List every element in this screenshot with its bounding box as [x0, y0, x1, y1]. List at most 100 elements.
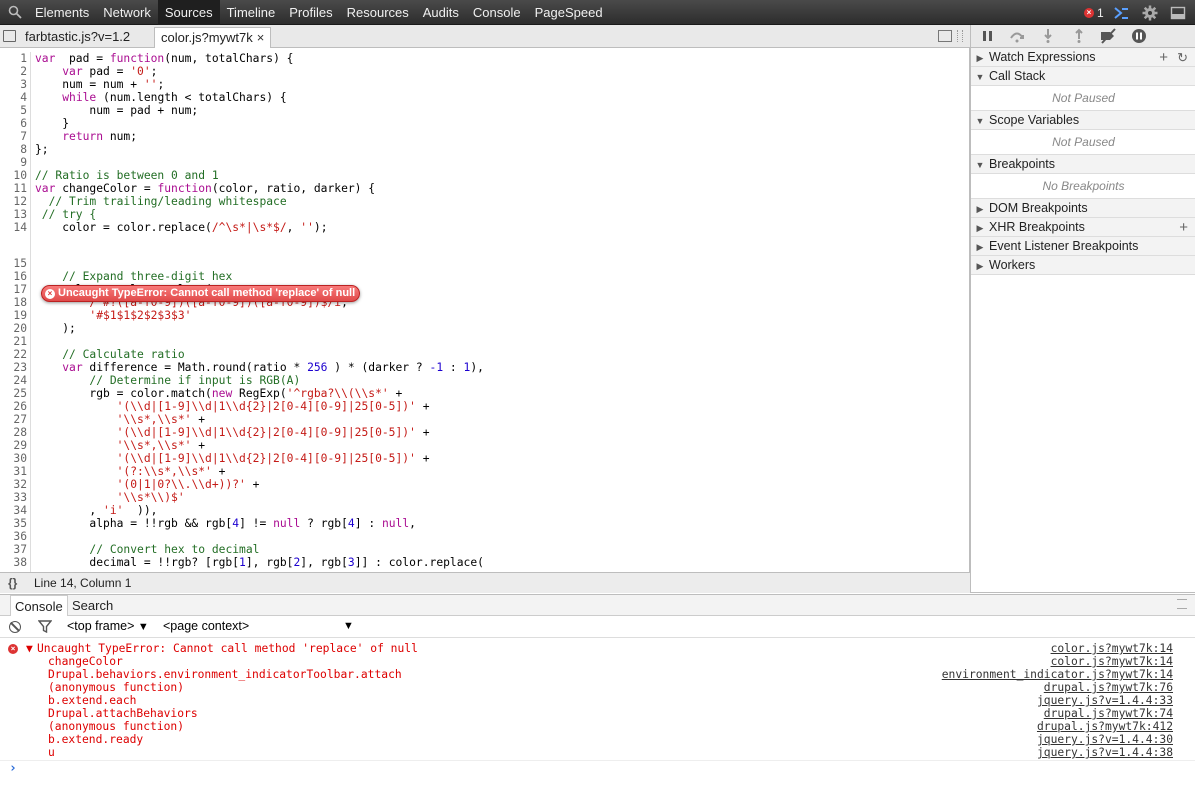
- code-line[interactable]: 32 '(0|1|0?\\.\\d+))?' +: [0, 478, 259, 491]
- line-number[interactable]: 37: [0, 543, 27, 556]
- disclosure-expanded-icon[interactable]: ▼: [971, 112, 989, 131]
- code-line[interactable]: 14 color = color.replace(/^\s*|\s*$/, ''…: [0, 221, 327, 234]
- code-editor[interactable]: 1 var pad = function(num, totalChars) {2 …: [0, 48, 970, 572]
- stack-frame-source-link[interactable]: drupal.js?mywt7k:74: [1044, 707, 1173, 720]
- line-number[interactable]: 24: [0, 374, 27, 387]
- code-line[interactable]: 10 // Ratio is between 0 and 1: [0, 169, 218, 182]
- tab-network[interactable]: Network: [96, 0, 158, 25]
- code-line[interactable]: 6 }: [0, 117, 69, 130]
- line-number[interactable]: 32: [0, 478, 27, 491]
- add-xhr-breakpoint-icon[interactable]: +: [1179, 218, 1188, 237]
- tab-console[interactable]: Console: [10, 595, 68, 616]
- settings-gear-icon[interactable]: [1142, 5, 1158, 21]
- step-into-icon[interactable]: [1039, 28, 1057, 44]
- disclosure-collapsed-icon[interactable]: ▶: [971, 219, 989, 238]
- sidebar-section-dom-breakpoints[interactable]: ▶ DOM Breakpoints: [971, 199, 1195, 218]
- sidebar-section-event-listener-breakpoints[interactable]: ▶ Event Listener Breakpoints: [971, 237, 1195, 256]
- line-number[interactable]: 36: [0, 530, 27, 543]
- code-line[interactable]: 38 decimal = !!rgb? [rgb[1], rgb[2], rgb…: [0, 556, 484, 569]
- chevron-down-icon[interactable]: ▼: [343, 616, 354, 637]
- code-line[interactable]: 3 num = num + '';: [0, 78, 164, 91]
- pause-icon[interactable]: [979, 28, 997, 44]
- line-number[interactable]: 29: [0, 439, 27, 452]
- code-line[interactable]: 29 '\\s*,\\s*' +: [0, 439, 205, 452]
- tab-resources[interactable]: Resources: [340, 0, 416, 25]
- code-line[interactable]: 23 var difference = Math.round(ratio * 2…: [0, 361, 484, 374]
- code-line[interactable]: 7 return num;: [0, 130, 137, 143]
- code-line[interactable]: 33 '\\s*\\)$': [0, 491, 184, 504]
- stack-frame-source-link[interactable]: color.js?mywt7k:14: [1051, 655, 1173, 668]
- code-line[interactable]: 34 , 'i' )),: [0, 504, 157, 517]
- error-counter[interactable]: × 1: [1084, 6, 1104, 20]
- navigator-toggle-icon[interactable]: [3, 30, 16, 42]
- pause-on-exceptions-icon[interactable]: [1130, 28, 1148, 44]
- add-watch-icon[interactable]: +: [1159, 48, 1168, 67]
- line-number[interactable]: 20: [0, 322, 27, 335]
- code-line[interactable]: 20 );: [0, 322, 75, 335]
- line-number[interactable]: 25: [0, 387, 27, 400]
- line-number[interactable]: 35: [0, 517, 27, 530]
- code-line[interactable]: 26 '(\\d|[1-9]\\d|1\\d{2}|2[0-4][0-9]|25…: [0, 400, 429, 413]
- refresh-icon[interactable]: ↻: [1177, 48, 1188, 67]
- line-number[interactable]: 27: [0, 413, 27, 426]
- stack-frame-source-link[interactable]: environment_indicator.js?mywt7k:14: [942, 668, 1173, 681]
- line-number[interactable]: 4: [0, 91, 27, 104]
- line-number[interactable]: 17: [0, 283, 27, 296]
- console-error-triangle[interactable]: ▼: [26, 642, 33, 655]
- line-number[interactable]: 30: [0, 452, 27, 465]
- code-line[interactable]: 12 // Trim trailing/leading whitespace: [0, 195, 286, 208]
- search-icon[interactable]: [8, 5, 22, 19]
- disclosure-collapsed-icon[interactable]: ▶: [971, 49, 989, 68]
- dock-icon[interactable]: [1170, 5, 1186, 21]
- line-number[interactable]: 9: [0, 156, 27, 169]
- code-line[interactable]: 9: [0, 156, 35, 169]
- line-number[interactable]: 2: [0, 65, 27, 78]
- stack-frame-source-link[interactable]: drupal.js?mywt7k:412: [1037, 720, 1173, 733]
- step-over-icon[interactable]: [1008, 28, 1026, 44]
- code-line[interactable]: 8};: [0, 143, 48, 156]
- console-prompt[interactable]: ›: [9, 761, 17, 776]
- code-line[interactable]: 5 num = pad + num;: [0, 104, 198, 117]
- code-line[interactable]: 1 var pad = function(num, totalChars) {: [0, 52, 293, 65]
- line-number[interactable]: 26: [0, 400, 27, 413]
- disclosure-collapsed-icon[interactable]: ▶: [971, 200, 989, 219]
- code-line[interactable]: 28 '(\\d|[1-9]\\d|1\\d{2}|2[0-4][0-9]|25…: [0, 426, 429, 439]
- code-line[interactable]: 15: [0, 257, 35, 270]
- pretty-print-button[interactable]: {}: [8, 573, 17, 593]
- sidebar-section-call-stack[interactable]: ▼ Call Stack: [971, 67, 1195, 86]
- drawer-resize-handle[interactable]: [1177, 599, 1187, 609]
- sidebar-section-breakpoints[interactable]: ▼ Breakpoints: [971, 155, 1195, 174]
- step-out-icon[interactable]: [1070, 28, 1088, 44]
- line-number[interactable]: 12: [0, 195, 27, 208]
- close-icon[interactable]: ×: [257, 30, 265, 45]
- splitter-handle[interactable]: [957, 30, 963, 42]
- code-line[interactable]: 27 '\\s*,\\s*' +: [0, 413, 205, 426]
- tab-search[interactable]: Search: [68, 595, 117, 616]
- line-number[interactable]: 3: [0, 78, 27, 91]
- code-line[interactable]: 22 // Calculate ratio: [0, 348, 184, 361]
- code-line[interactable]: 37 // Convert hex to decimal: [0, 543, 259, 556]
- tab-console[interactable]: Console: [466, 0, 528, 25]
- disclosure-collapsed-icon[interactable]: ▶: [971, 238, 989, 257]
- line-number[interactable]: 11: [0, 182, 27, 195]
- line-number[interactable]: 34: [0, 504, 27, 517]
- code-line[interactable]: 13 // try {: [0, 208, 96, 221]
- stack-frame-source-link[interactable]: jquery.js?v=1.4.4:38: [1037, 746, 1173, 759]
- line-number[interactable]: 22: [0, 348, 27, 361]
- code-line[interactable]: 21: [0, 335, 35, 348]
- filter-icon[interactable]: [38, 620, 52, 633]
- code-line[interactable]: 16 // Expand three-digit hex: [0, 270, 232, 283]
- console-error-source-link[interactable]: color.js?mywt7k:14: [1051, 642, 1173, 655]
- clear-console-icon[interactable]: [9, 621, 21, 633]
- stack-frame-source-link[interactable]: jquery.js?v=1.4.4:30: [1037, 733, 1173, 746]
- stack-frame-source-link[interactable]: jquery.js?v=1.4.4:33: [1037, 694, 1173, 707]
- line-number[interactable]: 15: [0, 257, 27, 270]
- code-line[interactable]: 24 // Determine if input is RGB(A): [0, 374, 300, 387]
- disclosure-expanded-icon[interactable]: ▼: [971, 156, 989, 175]
- tab-elements[interactable]: Elements: [28, 0, 96, 25]
- line-number[interactable]: 19: [0, 309, 27, 322]
- line-number[interactable]: 10: [0, 169, 27, 182]
- tab-timeline[interactable]: Timeline: [220, 0, 283, 25]
- tab-pagespeed[interactable]: PageSpeed: [528, 0, 610, 25]
- line-number[interactable]: 1: [0, 52, 27, 65]
